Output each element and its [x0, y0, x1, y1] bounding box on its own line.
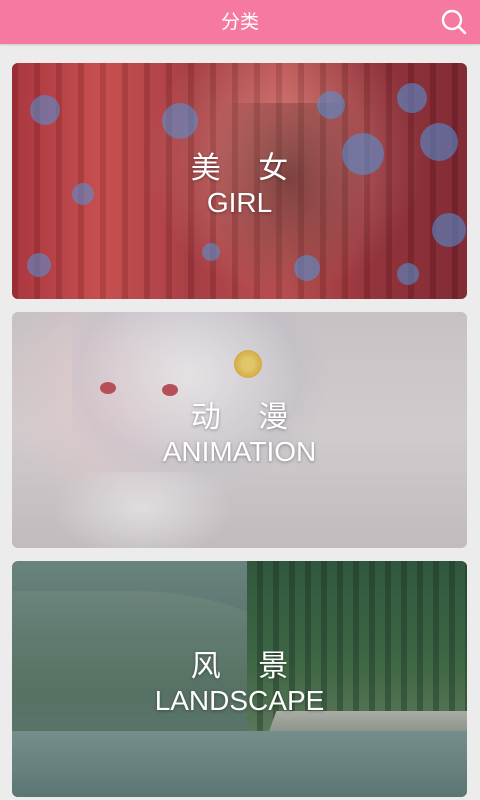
category-title-cn: 美 女 [190, 151, 303, 186]
category-title-en: ANIMATION [162, 436, 317, 467]
page-title: 分类 [220, 11, 259, 33]
category-title-en: LANDSCAPE [154, 685, 325, 716]
category-card-landscape[interactable]: 风 景 LANDSCAPE [12, 561, 467, 797]
category-title-cn: 风 景 [190, 649, 303, 684]
category-title-en: GIRL [206, 187, 273, 218]
search-icon [441, 9, 467, 35]
category-card-animation[interactable]: 动 漫 ANIMATION [12, 312, 467, 548]
app-header: 分类 [0, 0, 480, 44]
category-title-cn: 动 漫 [190, 400, 303, 435]
search-button[interactable] [438, 6, 470, 38]
category-card-girl[interactable]: 美 女 GIRL [12, 63, 467, 299]
